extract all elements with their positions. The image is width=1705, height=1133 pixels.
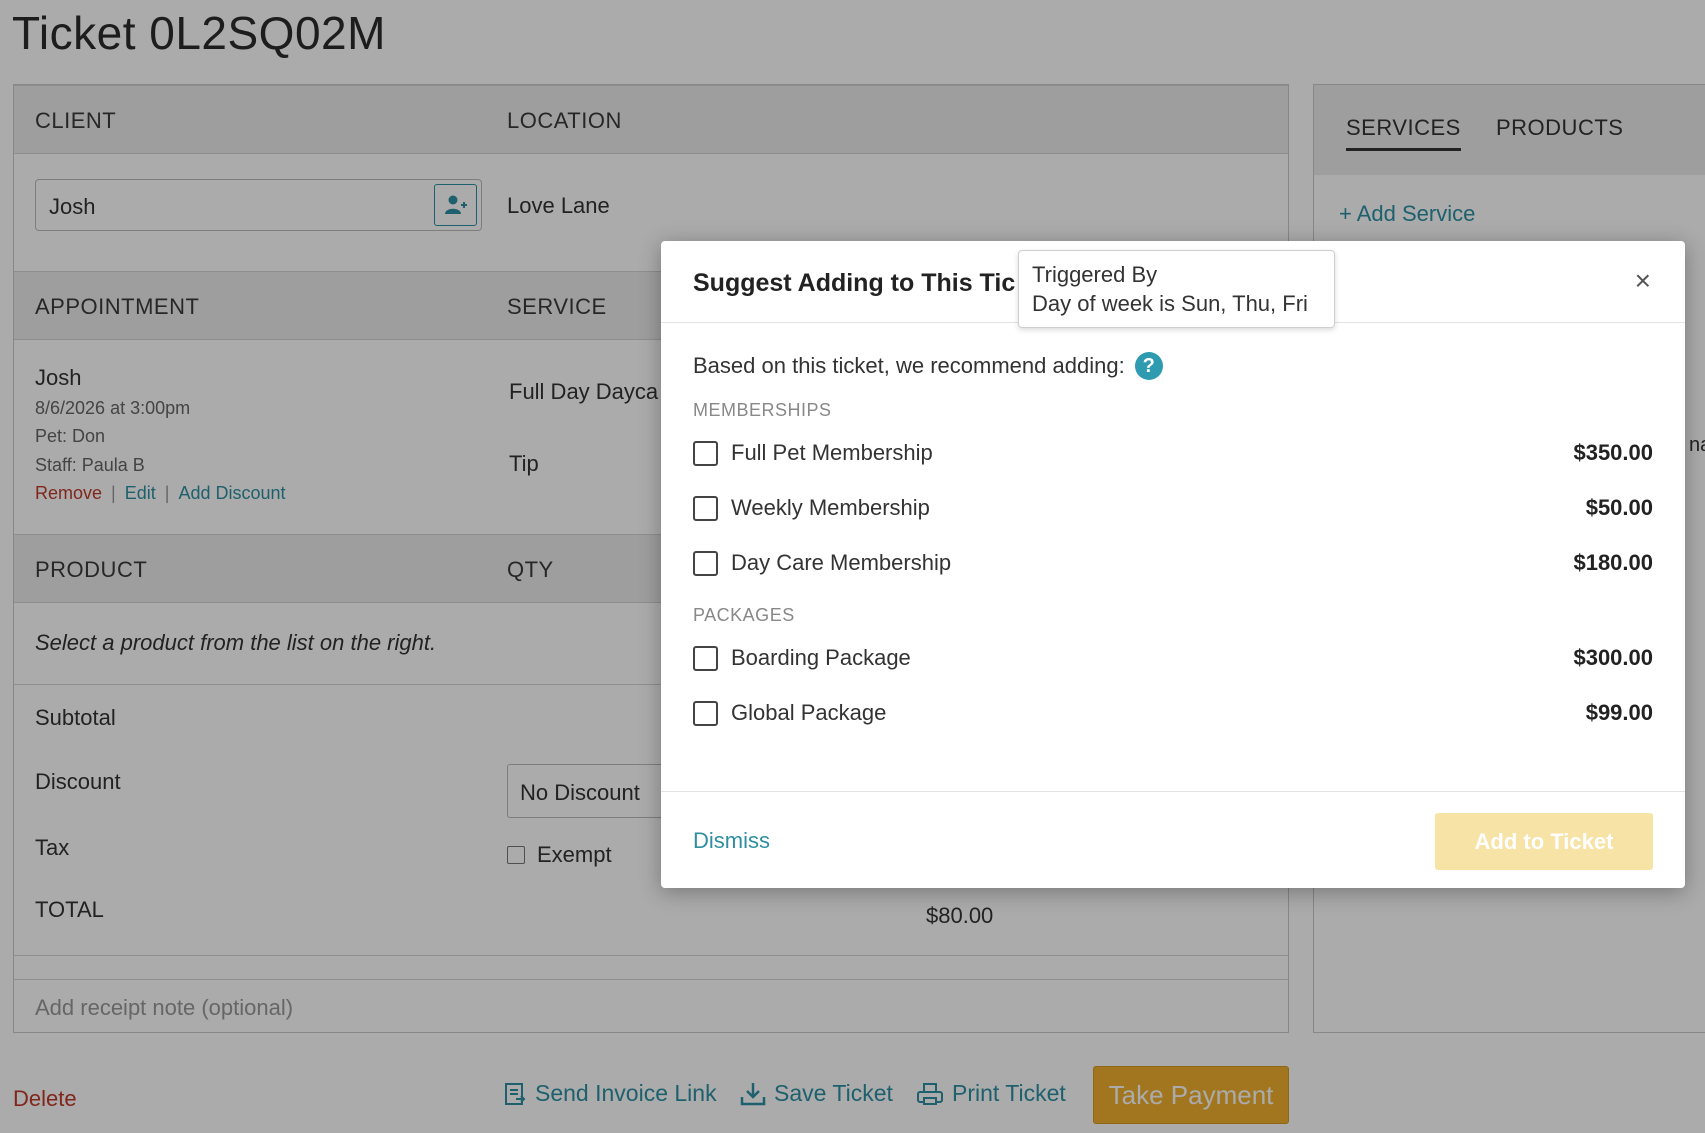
- package-price: $99.00: [1585, 700, 1653, 725]
- suggestion-modal: Suggest Adding to This Tic × Triggered B…: [661, 241, 1685, 888]
- membership-checkbox[interactable]: [693, 551, 718, 576]
- package-item[interactable]: Boarding Package $300.00: [693, 643, 1653, 673]
- membership-name: Full Pet Membership: [731, 440, 933, 465]
- membership-price: $350.00: [1573, 440, 1653, 465]
- recommend-intro-text: Based on this ticket, we recommend addin…: [693, 353, 1125, 378]
- membership-item[interactable]: Day Care Membership $180.00: [693, 548, 1653, 578]
- membership-item[interactable]: Full Pet Membership $350.00: [693, 438, 1653, 468]
- memberships-header: MEMBERSHIPS: [693, 400, 832, 420]
- modal-title: Suggest Adding to This Tic: [693, 269, 1016, 297]
- tooltip-title: Triggered By: [1032, 262, 1158, 287]
- trigger-tooltip: Triggered By Day of week is Sun, Thu, Fr…: [1018, 250, 1335, 328]
- membership-price: $50.00: [1585, 495, 1653, 520]
- recommend-intro: Based on this ticket, we recommend addin…: [693, 352, 1163, 380]
- package-item[interactable]: Global Package $99.00: [693, 698, 1653, 728]
- help-icon[interactable]: ?: [1134, 352, 1163, 380]
- package-name: Boarding Package: [731, 645, 911, 670]
- package-price: $300.00: [1573, 645, 1653, 670]
- membership-name: Day Care Membership: [731, 550, 952, 575]
- package-checkbox[interactable]: [693, 701, 718, 726]
- modal-footer: Dismiss Add to Ticket: [661, 791, 1685, 888]
- add-to-ticket-button[interactable]: Add to Ticket: [1435, 813, 1653, 870]
- membership-checkbox[interactable]: [693, 441, 718, 466]
- tooltip-body: Day of week is Sun, Thu, Fri: [1032, 291, 1308, 316]
- close-icon[interactable]: ×: [1635, 265, 1651, 297]
- membership-price: $180.00: [1573, 550, 1653, 575]
- membership-item[interactable]: Weekly Membership $50.00: [693, 493, 1653, 523]
- membership-checkbox[interactable]: [693, 496, 718, 521]
- membership-name: Weekly Membership: [731, 495, 930, 520]
- dismiss-button[interactable]: Dismiss: [693, 828, 770, 854]
- packages-header: PACKAGES: [693, 605, 795, 625]
- package-checkbox[interactable]: [693, 646, 718, 671]
- package-name: Global Package: [731, 700, 887, 725]
